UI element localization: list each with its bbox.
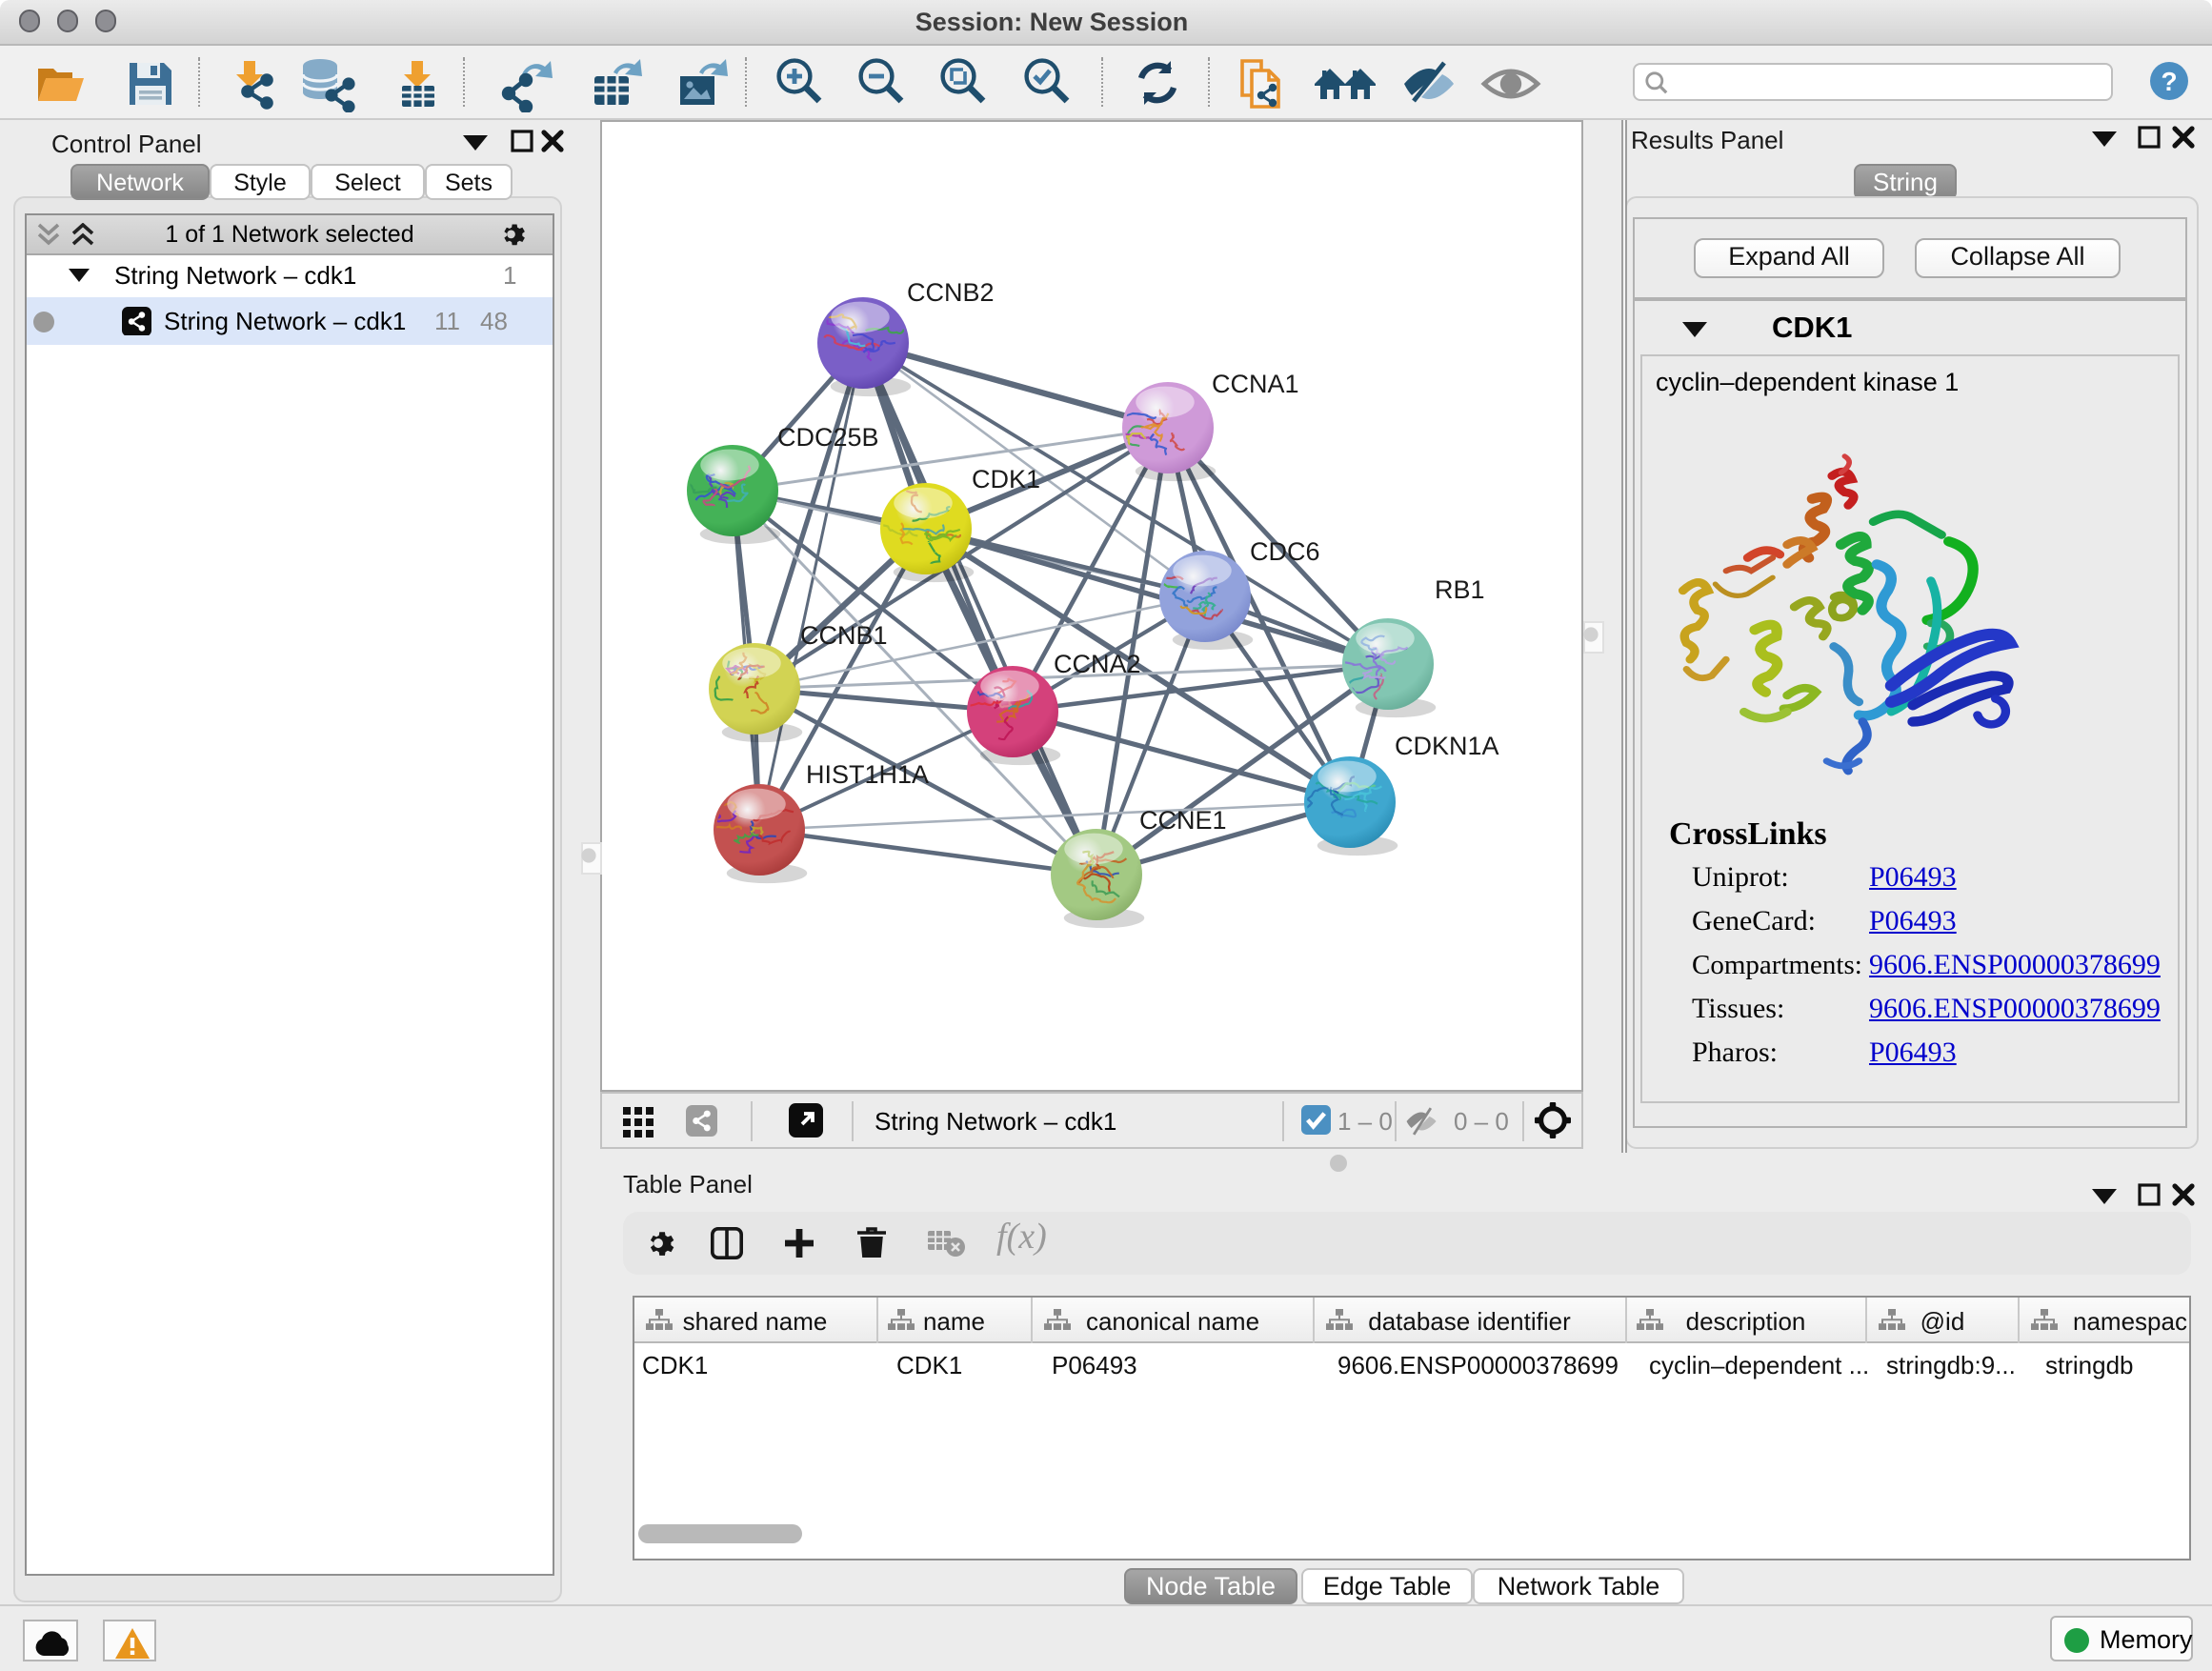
svg-text:CCNE1: CCNE1 [1139, 805, 1227, 834]
svg-text:CCNB2: CCNB2 [907, 277, 995, 306]
svg-text:CDKN1A: CDKN1A [1395, 731, 1499, 759]
svg-text:CCNB1: CCNB1 [800, 620, 888, 649]
svg-text:CCNA2: CCNA2 [1054, 649, 1141, 677]
svg-text:?: ? [2161, 66, 2177, 95]
svg-text:RB1: RB1 [1435, 574, 1485, 603]
svg-text:CDK1: CDK1 [972, 464, 1040, 493]
svg-text:CCNA1: CCNA1 [1212, 369, 1299, 397]
svg-text:HIST1H1A: HIST1H1A [806, 759, 929, 788]
svg-text:CDC6: CDC6 [1250, 536, 1320, 565]
svg-text:CDC25B: CDC25B [777, 422, 879, 451]
